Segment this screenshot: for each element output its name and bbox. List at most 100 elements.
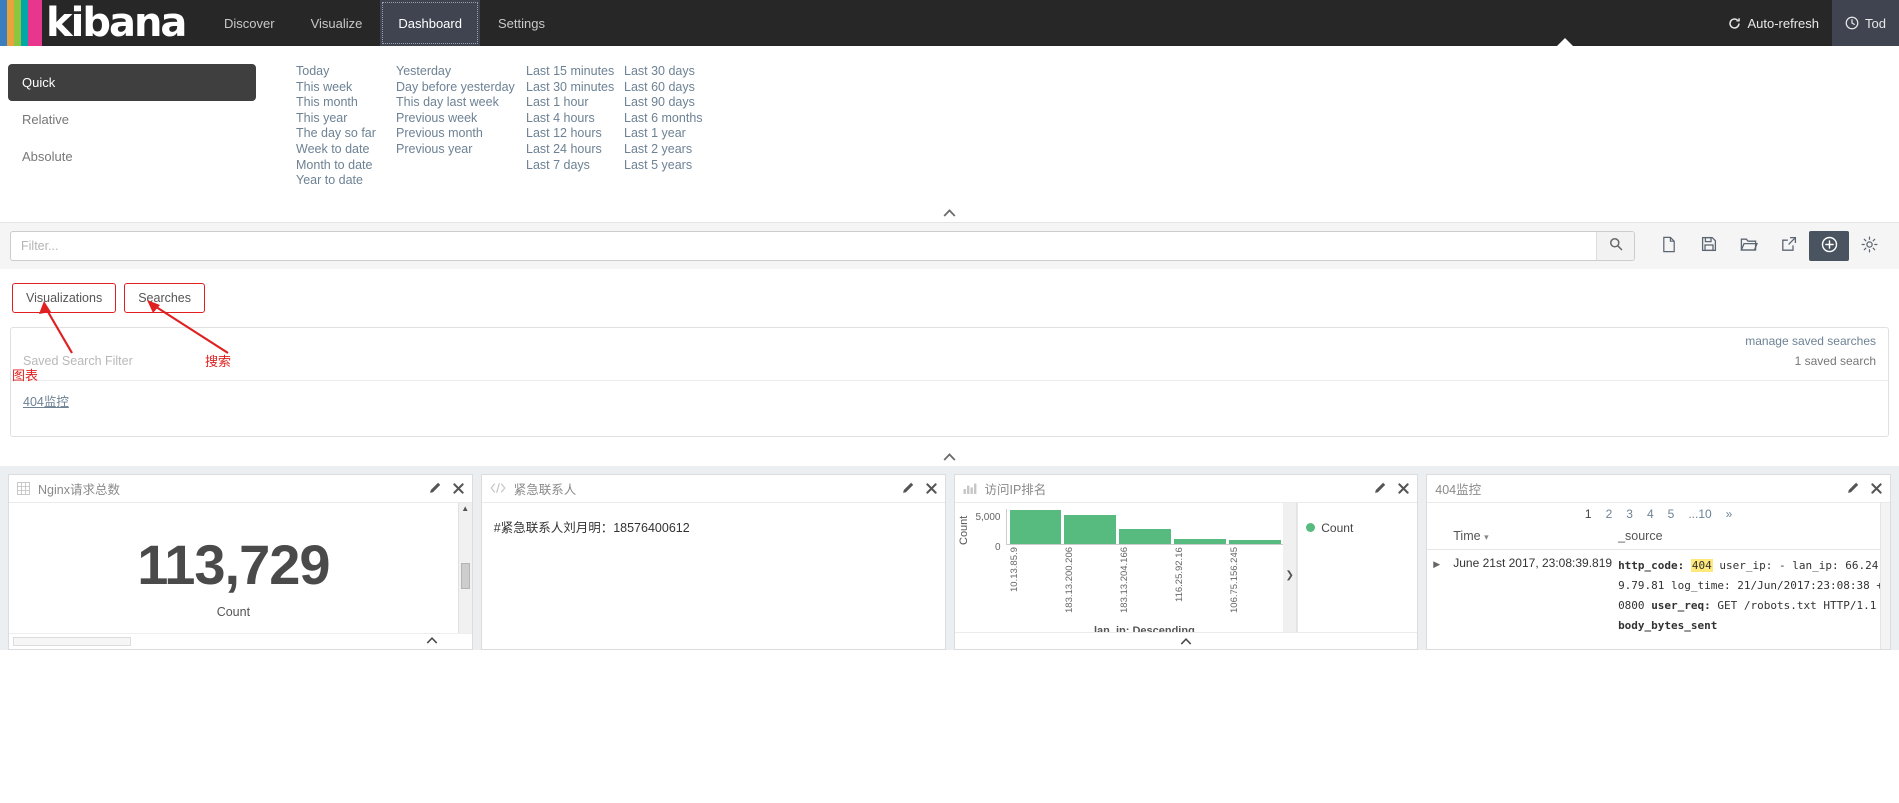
- quick-range-yesterday[interactable]: Yesterday: [396, 64, 526, 80]
- panel-header-4: 404监控: [1427, 474, 1890, 503]
- y-tick-0: 0: [994, 541, 1001, 553]
- quick-range-last-60-days[interactable]: Last 60 days: [624, 80, 722, 96]
- table-col-time[interactable]: Time ▾: [1453, 522, 1619, 550]
- bar-4[interactable]: [1229, 539, 1282, 544]
- quick-range-last-15-minutes[interactable]: Last 15 minutes: [526, 64, 624, 80]
- panel-vertical-scrollbar-4[interactable]: [1880, 502, 1890, 649]
- quick-range-last-1-hour[interactable]: Last 1 hour: [526, 95, 624, 111]
- x-tick-2: 183.13.204.166: [1118, 546, 1130, 613]
- saved-search-item-404[interactable]: 404监控: [23, 391, 69, 410]
- source-highlight-404: 404: [1690, 558, 1713, 572]
- refresh-icon: [1728, 17, 1741, 30]
- quick-range-last-5-years[interactable]: Last 5 years: [624, 158, 722, 174]
- quick-range-this-year[interactable]: This year: [296, 111, 396, 127]
- bar-2[interactable]: [1119, 528, 1172, 544]
- bar-0[interactable]: [1009, 509, 1062, 544]
- manage-saved-searches-link[interactable]: manage saved searches: [1745, 334, 1876, 348]
- quick-range-previous-week[interactable]: Previous week: [396, 111, 526, 127]
- scroll-thumb[interactable]: [460, 562, 470, 589]
- quick-range-this-month[interactable]: This month: [296, 95, 396, 111]
- legend-item-count[interactable]: Count: [1298, 521, 1353, 535]
- edit-panel-icon-3[interactable]: [1374, 482, 1386, 494]
- add-visualization-button[interactable]: [1809, 230, 1849, 261]
- tab-searches[interactable]: Searches: [124, 282, 206, 313]
- edit-panel-icon-2[interactable]: [902, 482, 914, 494]
- quick-range-last-12-hours[interactable]: Last 12 hours: [526, 126, 624, 142]
- quick-range-last-30-minutes[interactable]: Last 30 minutes: [526, 80, 624, 96]
- quick-range-last-6-months[interactable]: Last 6 months: [624, 111, 722, 127]
- share-dashboard-button[interactable]: [1769, 231, 1809, 261]
- page-3[interactable]: 3: [1626, 507, 1633, 521]
- quick-range-month-to-date[interactable]: Month to date: [296, 158, 396, 174]
- row-source: http_code: 404 user_ip: - lan_ip: 66.249…: [1618, 556, 1884, 636]
- new-dashboard-button[interactable]: [1649, 231, 1689, 261]
- auto-refresh-button[interactable]: Auto-refresh: [1715, 0, 1832, 46]
- filter-search-button[interactable]: [1596, 231, 1634, 260]
- quick-range-last-4-hours[interactable]: Last 4 hours: [526, 111, 624, 127]
- search-icon: [1609, 237, 1623, 254]
- quick-range-today[interactable]: Today: [296, 64, 396, 80]
- edit-panel-icon-4[interactable]: [1847, 482, 1859, 494]
- page-next[interactable]: »: [1726, 507, 1733, 521]
- quick-range-last-2-years[interactable]: Last 2 years: [624, 142, 722, 158]
- save-dashboard-button[interactable]: [1689, 231, 1729, 261]
- timepicker-mode-quick[interactable]: Quick: [8, 64, 256, 101]
- quick-range-last-1-year[interactable]: Last 1 year: [624, 126, 722, 142]
- saved-search-filter-input[interactable]: [23, 349, 1783, 372]
- quick-range-last-24-hours[interactable]: Last 24 hours: [526, 142, 624, 158]
- quick-range-year-to-date[interactable]: Year to date: [296, 173, 396, 189]
- close-panel-icon-2[interactable]: [925, 482, 937, 494]
- panel-collapse-toggle-3[interactable]: [954, 631, 1418, 649]
- bar-1[interactable]: [1064, 514, 1117, 544]
- x-tick-1: 183.13.200.206: [1063, 546, 1075, 613]
- dashboard-panels: Nginx请求总数 113,729 Count ▲ ▼: [0, 465, 1899, 650]
- options-button[interactable]: [1849, 231, 1889, 261]
- quick-range-previous-year[interactable]: Previous year: [396, 142, 526, 158]
- quick-range-day-before-yesterday[interactable]: Day before yesterday: [396, 80, 526, 96]
- close-panel-icon-4[interactable]: [1871, 482, 1882, 494]
- panel-header-3: 访问IP排名: [954, 474, 1418, 503]
- close-panel-icon[interactable]: [453, 482, 464, 494]
- quick-range-week-to-date[interactable]: Week to date: [296, 142, 396, 158]
- panel-body-4: 1 2 3 4 5 ...10 » Time ▾ _source ▶ June …: [1427, 502, 1890, 649]
- page-5[interactable]: 5: [1668, 507, 1675, 521]
- row-time-cell: June 21st 2017, 23:08:39.819: [1453, 549, 1618, 642]
- expand-row-icon[interactable]: ▶: [1427, 559, 1440, 569]
- page-2[interactable]: 2: [1606, 507, 1613, 521]
- timepicker-mode-relative[interactable]: Relative: [8, 101, 256, 138]
- source-field-body-bytes-sent: body_bytes_sent: [1618, 618, 1718, 632]
- quick-range-this-day-last-week[interactable]: This day last week: [396, 95, 526, 111]
- panel-collapse-toggle[interactable]: [412, 632, 452, 649]
- nav-link-dashboard[interactable]: Dashboard: [380, 0, 480, 46]
- quick-range-this-week[interactable]: This week: [296, 80, 396, 96]
- quick-range-last-7-days[interactable]: Last 7 days: [526, 158, 624, 174]
- add-panel-collapse-toggle[interactable]: [0, 446, 1899, 466]
- nav-link-visualize[interactable]: Visualize: [293, 0, 381, 46]
- bar-3[interactable]: [1174, 538, 1227, 544]
- load-dashboard-button[interactable]: [1729, 231, 1769, 261]
- quick-range-last-30-days[interactable]: Last 30 days: [624, 64, 722, 80]
- close-panel-icon-3[interactable]: [1398, 482, 1409, 494]
- quick-ranges: Today This week This month This year The…: [296, 64, 722, 189]
- row-expander-cell[interactable]: ▶: [1427, 549, 1453, 642]
- panel-horizontal-scrollbar[interactable]: [9, 632, 472, 649]
- timepicker-mode-absolute[interactable]: Absolute: [8, 138, 256, 175]
- page-ellipsis-10[interactable]: ...10: [1688, 507, 1711, 521]
- edit-panel-icon[interactable]: [429, 482, 441, 494]
- page-4[interactable]: 4: [1647, 507, 1654, 521]
- quick-range-the-day-so-far[interactable]: The day so far: [296, 126, 396, 142]
- panel-title-4: 404监控: [1435, 482, 1482, 497]
- nav-link-settings[interactable]: Settings: [480, 0, 563, 46]
- timepicker-collapse-toggle[interactable]: [0, 202, 1899, 222]
- panel-vertical-scrollbar[interactable]: ▲ ▼: [457, 502, 472, 649]
- quick-range-last-90-days[interactable]: Last 90 days: [624, 95, 722, 111]
- hscroll-thumb[interactable]: [13, 636, 131, 646]
- nav-link-discover[interactable]: Discover: [206, 0, 293, 46]
- page-1[interactable]: 1: [1585, 507, 1592, 521]
- auto-refresh-label: Auto-refresh: [1747, 15, 1820, 31]
- legend-toggle-button[interactable]: ❯: [1283, 502, 1298, 649]
- tab-visualizations[interactable]: Visualizations: [12, 282, 117, 313]
- time-range-button[interactable]: Tod: [1832, 0, 1899, 46]
- quick-range-previous-month[interactable]: Previous month: [396, 126, 526, 142]
- filter-input[interactable]: [11, 231, 1596, 260]
